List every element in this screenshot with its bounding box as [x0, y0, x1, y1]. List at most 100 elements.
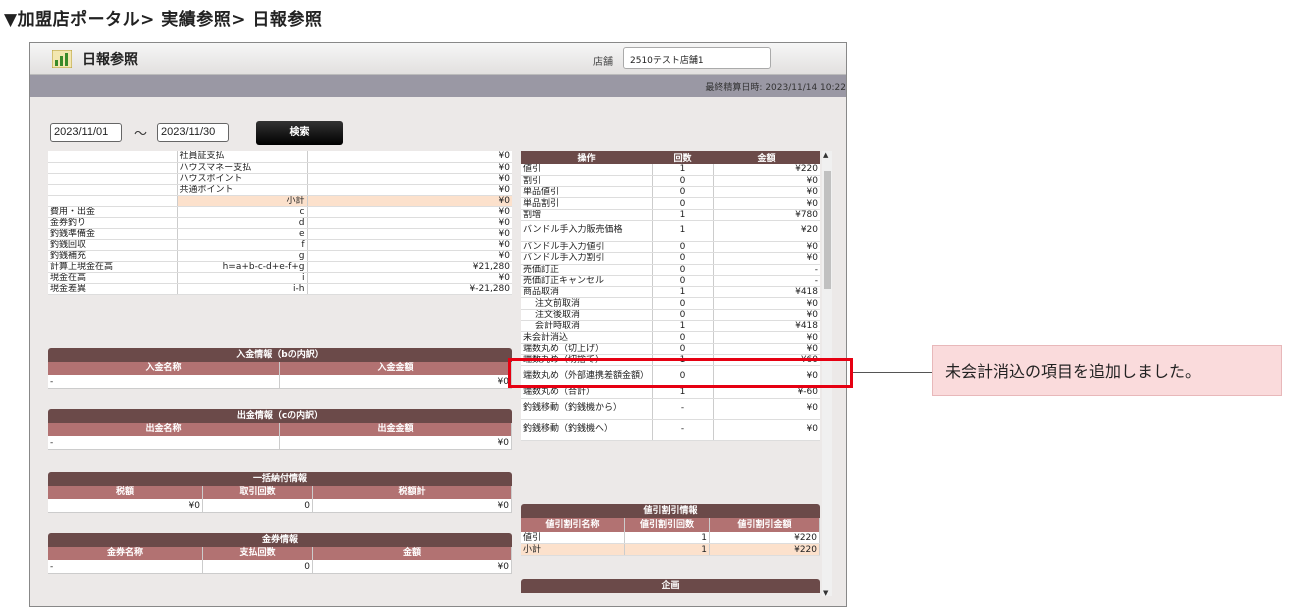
left-cell-code: i: [301, 272, 305, 283]
left-cell-item: 金券釣り: [48, 217, 177, 229]
left-table-row: 社員証支払 ¥0: [48, 151, 512, 163]
left-cell-item: [48, 151, 177, 163]
deposit-cell-name: -: [48, 375, 280, 388]
date-from-input[interactable]: 2023/11/01: [50, 123, 122, 142]
operation-name: バンドル手入力値引: [521, 241, 652, 254]
operation-amount: ¥0: [712, 297, 820, 310]
scrollbar-thumb[interactable]: [824, 171, 831, 289]
scroll-down-icon[interactable]: ▼: [823, 589, 828, 597]
operation-count: 0: [651, 252, 713, 265]
left-cell-item: 現金在高: [48, 272, 177, 284]
operation-name: 単品値引: [521, 186, 652, 199]
operation-amount: ¥0: [712, 252, 820, 265]
operation-count: 1: [651, 386, 713, 399]
left-cell-item: 計算上現金在高: [48, 261, 177, 273]
discount-section: 値引割引情報 値引割引名称 値引割引回数 値引割引金額 値引 1 ¥220 小計 1 ¥22…: [521, 504, 820, 556]
operation-name: 端数丸め（合計）: [521, 386, 652, 399]
operation-row: バンドル手入力割引 0 ¥0: [521, 252, 820, 265]
withdraw-cell-name: -: [48, 436, 280, 449]
operation-count: 0: [651, 275, 713, 288]
left-cell-value: ¥21,280: [306, 261, 512, 273]
left-table-row: 計算上現金在高 h=a+b-c-d+e-f+g ¥21,280: [48, 261, 512, 273]
operation-amount: ¥780: [712, 209, 820, 221]
operation-name: 売価訂正キャンセル: [521, 275, 652, 288]
breadcrumb-caption: ▼加盟店ポータル> 実績参照> 日報参照: [4, 10, 323, 30]
operation-name: 注文後取消: [521, 309, 652, 322]
operation-count: 0: [651, 175, 713, 188]
store-label: 店舗: [593, 57, 613, 68]
operation-row: 割引 0 ¥0: [521, 175, 820, 188]
left-cell-formula: h=a+b-c-d+e-f+g: [176, 261, 307, 273]
operation-row: 売価訂正 0-: [521, 264, 820, 276]
operation-count: 1: [651, 209, 713, 221]
left-cell-sub-item: ハウスマネー支払: [179, 162, 252, 173]
operation-count: -: [651, 419, 713, 441]
operation-count: 1: [651, 164, 713, 176]
left-table-row: 釣銭準備金 e ¥0: [48, 228, 512, 240]
operation-name: 会計時取消: [521, 320, 652, 333]
deposit-title: 入金情報（bの内訳）: [48, 348, 512, 362]
left-cell-formula: c: [176, 206, 307, 218]
operation-count: 0: [651, 241, 713, 254]
bulk-title: 一括納付情報: [48, 472, 512, 486]
plan-title: 企画: [521, 579, 820, 593]
left-cell-code: h=a+b-c-d+e-f+g: [222, 261, 305, 272]
left-cell-item: 現金差異: [48, 283, 177, 295]
operation-name: 値引: [521, 164, 652, 176]
discount-subtotal-row: 小計 1 ¥220: [521, 544, 820, 556]
operation-count: 0: [651, 264, 713, 276]
withdraw-col-name: 出金名称: [48, 423, 280, 436]
ops-col-operation: 操作: [521, 151, 652, 164]
operation-amount: ¥0: [712, 398, 820, 420]
operation-amount: ¥220: [712, 164, 820, 176]
left-table-row: ハウスポイント ¥0: [48, 173, 512, 185]
operation-row: 端数丸め（合計） 1 ¥-60: [521, 386, 820, 399]
left-cell-value: ¥0: [306, 195, 512, 207]
left-cell-value: ¥-21,280: [306, 283, 512, 295]
operation-name: 割引: [521, 175, 652, 188]
left-cell-value: ¥0: [306, 272, 512, 284]
operation-row: 値引 1 ¥220: [521, 164, 820, 176]
operation-row: バンドル手入力販売価格 1 ¥20: [521, 220, 820, 242]
date-to-input[interactable]: 2023/11/30: [157, 123, 229, 142]
discount-row1-amount: ¥220: [710, 532, 820, 543]
left-cell-code: e: [298, 228, 305, 239]
operation-amount: ¥0: [712, 309, 820, 322]
page-title: 日報参照: [82, 52, 138, 68]
operation-amount: ¥0: [712, 419, 820, 441]
ops-col-amount: 金額: [713, 151, 820, 164]
left-cell-code: c: [299, 206, 305, 217]
bulk-cell-count: 0: [203, 499, 313, 512]
scroll-up-icon[interactable]: ▲: [823, 151, 828, 159]
store-select[interactable]: 2510テスト店舗1: [623, 47, 771, 69]
left-table-row: 金券釣り d ¥0: [48, 217, 512, 229]
operation-name: 端数丸め（切上げ）: [521, 343, 652, 355]
left-cell-value: ¥0: [306, 217, 512, 229]
left-cell-item: 釣銭準備金: [48, 228, 177, 240]
withdraw-col-amount: 出金金額: [280, 423, 512, 436]
left-cell-value: ¥0: [306, 151, 512, 163]
operation-name: 割増: [521, 209, 652, 221]
left-cell-formula: d: [176, 217, 307, 229]
left-cell-item: [48, 173, 177, 185]
bulk-col-total: 税額計: [313, 486, 512, 499]
left-cell-formula: f: [176, 239, 307, 251]
voucher-cell-count: 0: [203, 560, 313, 573]
ops-col-count: 回数: [652, 151, 713, 164]
operation-row: 売価訂正キャンセル 0-: [521, 275, 820, 288]
left-table-row: 共通ポイント ¥0: [48, 184, 512, 196]
window-header: 日報参照 店舗 2510テスト店舗1: [30, 43, 846, 75]
operation-count: 0: [651, 309, 713, 322]
operation-amount: ¥418: [712, 320, 820, 333]
operation-count: 0: [651, 186, 713, 199]
operation-amount: ¥418: [712, 286, 820, 299]
chart-logo-icon: [52, 50, 72, 68]
cash-summary-table: 社員証支払 ¥0 ハウスマネー支払 ¥0 ハウスポイント ¥0 共通ポイント ¥0 小計 ¥0 費用…: [48, 151, 512, 295]
operation-amount: ¥-60: [712, 386, 820, 399]
bulk-payment-section: 一括納付情報 税額 取引回数 税額計 ¥0 0 ¥0: [48, 472, 512, 513]
left-cell-code: d: [298, 217, 305, 228]
operation-amount: ¥0: [712, 343, 820, 355]
left-cell-value: ¥0: [306, 173, 512, 185]
operation-amount: -: [712, 275, 820, 288]
search-button[interactable]: 検索: [256, 121, 343, 145]
